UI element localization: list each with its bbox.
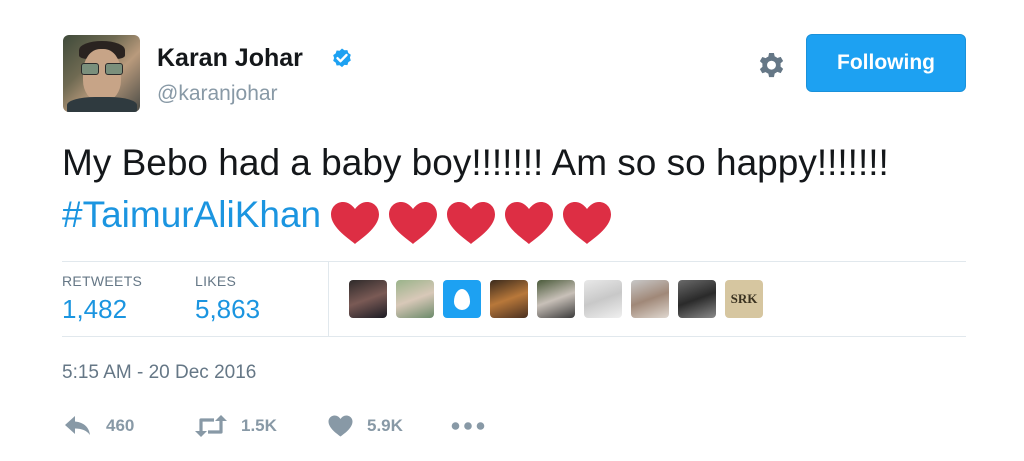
retweet-button[interactable]: 1.5K [195, 413, 277, 439]
divider [62, 336, 966, 337]
heart-emoji-icon [389, 202, 438, 245]
retweet-count: 1.5K [241, 416, 277, 435]
more-button[interactable] [451, 413, 485, 439]
reply-button[interactable]: 460 [64, 413, 134, 439]
heart-emoji-icon [447, 202, 496, 245]
liker-avatar[interactable] [490, 280, 528, 318]
egg-icon [454, 288, 470, 310]
divider [328, 261, 329, 336]
more-icon [451, 422, 485, 430]
tweet-text: My Bebo had a baby boy!!!!!!! Am so so h… [62, 137, 942, 247]
like-count: 5.9K [367, 416, 403, 435]
retweet-icon [195, 415, 227, 437]
heart-icon [328, 415, 353, 437]
verified-badge-icon [333, 48, 351, 68]
following-button[interactable]: Following [806, 34, 966, 92]
liker-avatar[interactable] [349, 280, 387, 318]
likes-label: LIKES [195, 273, 237, 289]
liker-avatar[interactable] [584, 280, 622, 318]
liker-avatar[interactable] [443, 280, 481, 318]
heart-emoji-row [329, 195, 619, 247]
liker-avatars: SRK [349, 280, 772, 318]
tweet-timestamp[interactable]: 5:15 AM - 20 Dec 2016 [62, 362, 256, 384]
tweet-body: My Bebo had a baby boy!!!!!!! Am so so h… [62, 142, 889, 183]
heart-emoji-icon [505, 202, 554, 245]
liker-avatar[interactable]: SRK [725, 280, 763, 318]
author-handle[interactable]: @karanjohar [157, 82, 278, 106]
retweets-label: RETWEETS [62, 273, 143, 289]
reply-count: 460 [106, 416, 135, 435]
like-button[interactable]: 5.9K [328, 413, 403, 439]
liker-avatar[interactable] [537, 280, 575, 318]
gear-icon[interactable] [756, 51, 787, 82]
likes-count[interactable]: 5,863 [195, 294, 260, 325]
retweets-count[interactable]: 1,482 [62, 294, 127, 325]
author-name[interactable]: Karan Johar [157, 44, 303, 73]
heart-emoji-icon [563, 202, 612, 245]
liker-avatar[interactable] [678, 280, 716, 318]
liker-avatar[interactable] [631, 280, 669, 318]
reply-icon [65, 416, 90, 435]
divider [62, 261, 966, 262]
hashtag-link[interactable]: #TaimurAliKhan [62, 194, 321, 235]
liker-avatar-label: SRK [730, 291, 758, 306]
heart-emoji-icon [331, 202, 380, 245]
author-avatar[interactable] [63, 35, 140, 112]
liker-avatar[interactable] [396, 280, 434, 318]
